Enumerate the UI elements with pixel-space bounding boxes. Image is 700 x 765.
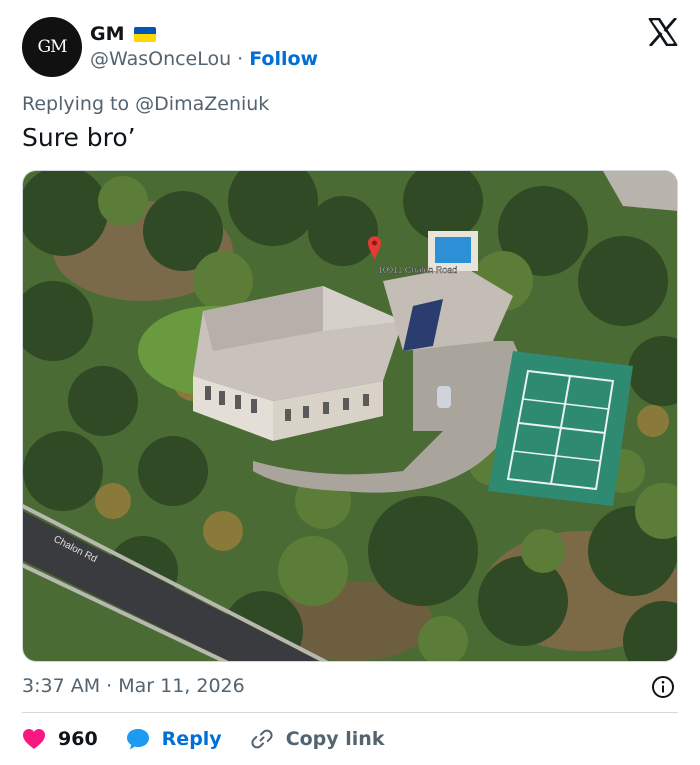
user-handle[interactable]: @WasOnceLou	[90, 48, 231, 70]
handle-row: @WasOnceLou · Follow	[90, 48, 318, 70]
reply-bubble-icon	[126, 729, 149, 750]
x-logo-icon[interactable]	[648, 18, 678, 46]
tweet-text: Sure bro’	[22, 123, 136, 152]
reply-target-handle[interactable]: @DimaZeniuk	[135, 93, 269, 115]
separator-dot: ·	[237, 48, 244, 70]
replying-prefix: Replying to	[22, 93, 130, 115]
tweet-image[interactable]: 10911 Chalon Road Chalon Rd	[22, 170, 678, 662]
pin-address-label: 10911 Chalon Road	[378, 265, 457, 275]
ukraine-flag-icon	[133, 26, 156, 42]
avatar-initials: GM	[37, 37, 68, 57]
tweet-timestamp[interactable]: 3:37 AM · Mar 11, 2026	[22, 675, 245, 697]
replying-to: Replying to @DimaZeniuk	[22, 93, 269, 115]
follow-button[interactable]: Follow	[249, 48, 318, 70]
heart-icon	[23, 729, 45, 749]
copy-link-button[interactable]: Copy link	[250, 727, 385, 751]
reply-button[interactable]: Reply	[126, 728, 222, 750]
copy-link-label: Copy link	[285, 728, 385, 750]
display-name[interactable]: GM	[90, 23, 125, 45]
action-bar: 960 Reply Copy link	[22, 724, 412, 754]
aerial-mansion-photo: 10911 Chalon Road Chalon Rd	[23, 171, 677, 661]
link-icon	[251, 729, 273, 749]
info-icon[interactable]	[651, 675, 675, 699]
author-name-row: GM	[90, 21, 156, 47]
reply-label: Reply	[161, 728, 222, 750]
divider	[22, 712, 678, 713]
like-count: 960	[58, 728, 98, 750]
avatar[interactable]: GM	[22, 17, 82, 77]
like-button[interactable]: 960	[22, 728, 98, 750]
